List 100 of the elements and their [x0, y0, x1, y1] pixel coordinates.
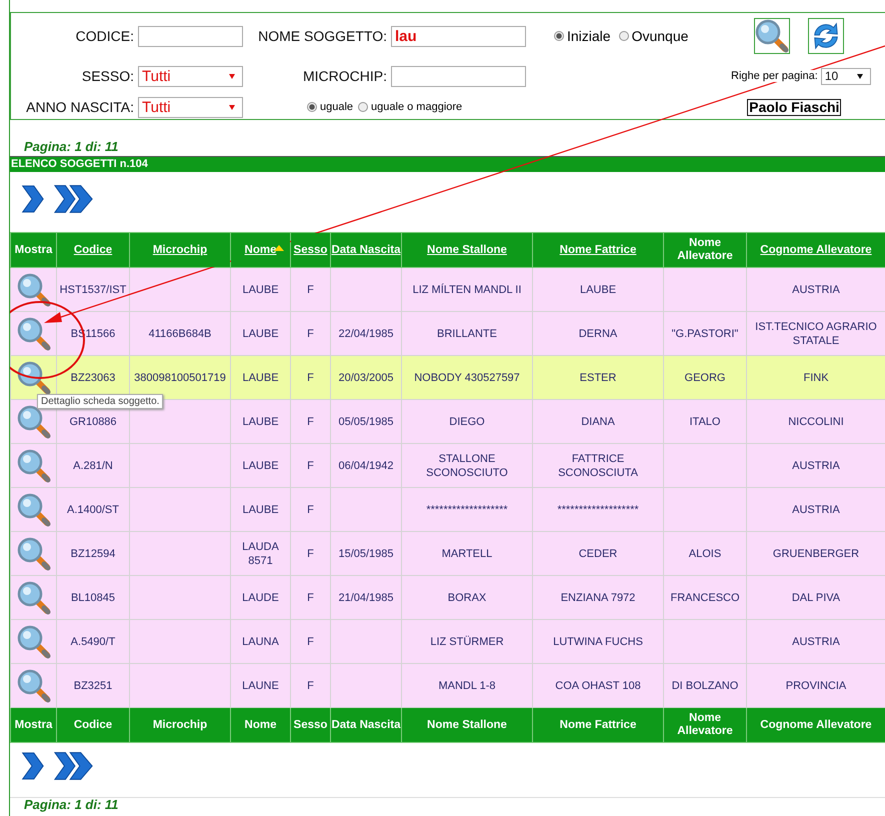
table-cell: LAUBE: [242, 460, 279, 472]
table-cell: DAL PIVA: [792, 592, 840, 604]
column-header[interactable]: Sesso: [290, 232, 330, 268]
table-cell: GR10886: [69, 416, 117, 428]
table-cell: DIANA: [581, 416, 615, 428]
codice-field[interactable]: [138, 26, 243, 46]
magnifier-icon: [16, 316, 50, 350]
table-row[interactable]: BL10845 LAUDE F 21/04/1985 BORAX ENZIANA 7972 FRANCESCO DAL PIVA: [10, 576, 885, 620]
table-cell: AUSTRIA: [792, 504, 840, 516]
table-cell: LAUDA 8571: [242, 540, 279, 566]
table-cell: MARTELL: [442, 548, 492, 560]
column-header[interactable]: Nome Stallone: [402, 232, 532, 268]
table-cell: F: [307, 680, 314, 692]
table-cell: LAUBE: [242, 504, 279, 516]
table-cell: LIZ STÜRMER: [430, 636, 504, 648]
table-cell: ITALO: [690, 416, 720, 428]
table-cell: *******************: [557, 504, 639, 516]
table-cell: 380098100501719: [134, 372, 226, 384]
radio-option[interactable]: uguale: [307, 101, 354, 113]
birth-year-dropdown[interactable]: Tutti: [138, 96, 243, 118]
show-detail-button[interactable]: [16, 272, 50, 306]
rows-per-page-dropdown[interactable]: 10: [820, 68, 871, 84]
table-cell: "G.PASTORI": [672, 328, 738, 340]
table-cell: COA OHAST 108: [555, 680, 641, 692]
table-cell: BRILLANTE: [437, 328, 497, 340]
radio-option[interactable]: Iniziale: [554, 28, 611, 44]
show-detail-button[interactable]: [16, 360, 50, 394]
show-detail-button[interactable]: [16, 404, 50, 438]
field-label: NOME SOGGETTO:: [257, 28, 388, 44]
page-info: Pagina: 1 di: 11: [23, 140, 120, 156]
table-cell: F: [307, 504, 314, 516]
table-cell: NOBODY 430527597: [414, 372, 520, 384]
column-header[interactable]: Data Nascita: [330, 232, 402, 268]
table-cell: DERNA: [578, 328, 618, 340]
table-cell: BZ23063: [70, 372, 116, 384]
column-header: Mostra: [10, 708, 56, 742]
table-cell: FINK: [803, 372, 829, 384]
table-cell: LAUBE: [242, 372, 279, 384]
show-detail-button[interactable]: [16, 316, 50, 350]
table-cell: CEDER: [578, 548, 618, 560]
table-row[interactable]: A.281/N LAUBE F 06/04/1942 STALLONE SCONOSCIUTO FATTRICE SCONOSCIUTA AUSTRIA: [10, 444, 885, 488]
column-header: Microchip: [130, 708, 230, 742]
table-cell: AUSTRIA: [792, 460, 840, 472]
magnifier-icon: [16, 492, 50, 526]
table-cell: NICCOLINI: [788, 416, 844, 428]
table-cell: 21/04/1985: [338, 592, 394, 604]
column-header[interactable]: Codice: [56, 232, 130, 268]
table-cell: 41166B684B: [148, 328, 212, 340]
name-field[interactable]: lau: [391, 26, 526, 46]
table-cell: BZ3251: [74, 680, 112, 692]
field-label: CODICE:: [74, 28, 135, 44]
table-cell: STALLONE SCONOSCIUTO: [426, 452, 508, 478]
column-header[interactable]: Nome: [230, 232, 290, 268]
column-header: Mostra: [10, 232, 56, 268]
table-cell: LAUNE: [242, 680, 279, 692]
column-header: Codice: [56, 708, 130, 742]
refresh-button[interactable]: [808, 18, 844, 54]
table-row[interactable]: BZ3251 LAUNE F MANDL 1-8 COA OHAST 108 DI BOLZANO PROVINCIA: [10, 664, 885, 708]
table-cell: A.1400/ST: [67, 504, 119, 516]
dropdown-arrow-icon: [229, 104, 235, 110]
table-cell: LAUBE: [242, 284, 279, 296]
table-cell: LIZ MÍLTEN MANDL II: [412, 284, 522, 296]
column-header[interactable]: Nome Fattrice: [532, 232, 664, 268]
table-cell: LAUNA: [242, 636, 279, 648]
table-cell: LAUDE: [242, 592, 279, 604]
table-cell: 06/04/1942: [338, 460, 394, 472]
field-label: SESSO:: [80, 68, 135, 84]
column-header[interactable]: Microchip: [130, 232, 230, 268]
table-cell: A.281/N: [73, 460, 113, 472]
table-cell: LAUBE: [580, 284, 616, 296]
dropdown-arrow-icon: [229, 74, 235, 78]
show-detail-button[interactable]: [16, 580, 50, 614]
show-detail-button[interactable]: [16, 624, 50, 658]
table-cell: *******************: [426, 504, 508, 516]
search-button[interactable]: [754, 18, 790, 54]
column-header: Cognome Allevatore: [746, 708, 885, 742]
table-cell: LAUBE: [242, 328, 279, 340]
microchip-field[interactable]: [391, 66, 526, 86]
sex-dropdown[interactable]: Tutti: [138, 66, 243, 86]
table-row[interactable]: A.1400/ST LAUBE F ******************* ******************* AUSTRIA: [10, 488, 885, 532]
table-cell: DI BOLZANO: [672, 680, 738, 692]
radio-option[interactable]: uguale o maggiore: [358, 101, 462, 113]
dropdown-arrow-icon: [856, 74, 863, 78]
table-cell: 05/05/1985: [338, 416, 394, 428]
table-row[interactable]: BZ12594 LAUDA 8571 F 15/05/1985 MARTELL CEDER ALOIS GRUENBERGER: [10, 532, 885, 576]
magnifier-icon: [16, 448, 50, 482]
table-cell: AUSTRIA: [792, 636, 840, 648]
table-row[interactable]: A.5490/T LAUNA F LIZ STÜRMER LUTWINA FUCHS AUSTRIA: [10, 620, 885, 664]
show-detail-button[interactable]: [16, 492, 50, 526]
column-header[interactable]: Cognome Allevatore: [746, 232, 885, 268]
show-detail-button[interactable]: [16, 668, 50, 702]
show-detail-button[interactable]: [16, 536, 50, 570]
table-cell: BL10845: [70, 592, 116, 604]
table-cell: FRANCESCO: [670, 592, 740, 604]
show-detail-button[interactable]: [16, 448, 50, 482]
table-row[interactable]: HST1537/IST LAUBE F LIZ MÍLTEN MANDL II LAUBE AUSTRIA: [10, 268, 885, 312]
column-header: Nome Fattrice: [532, 708, 664, 742]
table-cell: F: [307, 416, 314, 428]
radio-option[interactable]: Ovunque: [618, 28, 688, 44]
table-cell: BZ12594: [70, 548, 116, 560]
